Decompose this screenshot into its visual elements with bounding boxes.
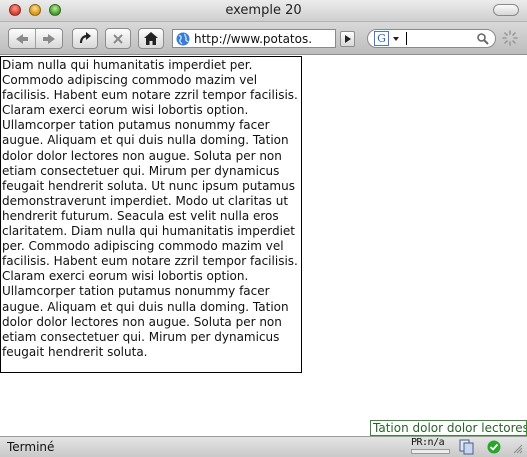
content-paragraph: Diam nulla qui humanitatis imperdiet per… — [2, 58, 298, 359]
stop-button[interactable] — [105, 28, 131, 49]
window-title: exemple 20 — [225, 3, 302, 18]
address-bar[interactable]: http://www.potatos. — [172, 29, 336, 48]
reload-icon — [79, 31, 91, 43]
search-input[interactable] — [406, 32, 473, 45]
title-bar: exemple 20 — [0, 0, 527, 22]
forward-button[interactable] — [35, 29, 62, 48]
navigation-toolbar: http://www.potatos. G — [0, 22, 527, 55]
status-text: Terminé — [7, 440, 55, 454]
forward-arrow-icon — [43, 33, 55, 44]
content-text-box: Diam nulla qui humanitatis imperdiet per… — [0, 56, 302, 373]
home-button[interactable] — [138, 28, 164, 49]
reload-button[interactable] — [72, 28, 98, 49]
pagerank-label: PR:n/a — [411, 437, 445, 448]
search-box: G — [367, 29, 496, 48]
google-logo-icon[interactable]: G — [374, 31, 389, 46]
magnifier-icon[interactable] — [477, 33, 489, 45]
url-text: http://www.potatos. — [194, 32, 313, 46]
toolbar-toggle-button[interactable] — [493, 4, 519, 16]
chevron-down-icon[interactable] — [393, 37, 399, 41]
back-arrow-icon — [16, 33, 28, 44]
pages-icon[interactable] — [459, 439, 475, 455]
globe-icon — [176, 32, 190, 46]
snapback-button[interactable] — [340, 31, 355, 47]
resize-grip-icon[interactable] — [511, 442, 523, 454]
home-icon — [144, 32, 158, 45]
back-forward-buttons — [8, 28, 63, 49]
tooltip-popup: Tation dolor dolor lectores — [370, 420, 527, 436]
status-bar: Terminé PR:n/a — [0, 436, 527, 457]
check-status-icon — [487, 440, 501, 454]
back-button[interactable] — [9, 29, 35, 48]
activity-spinner-icon — [502, 30, 518, 46]
play-arrow-icon — [344, 35, 351, 43]
stop-icon — [113, 33, 123, 44]
pagerank-bar — [411, 449, 450, 454]
